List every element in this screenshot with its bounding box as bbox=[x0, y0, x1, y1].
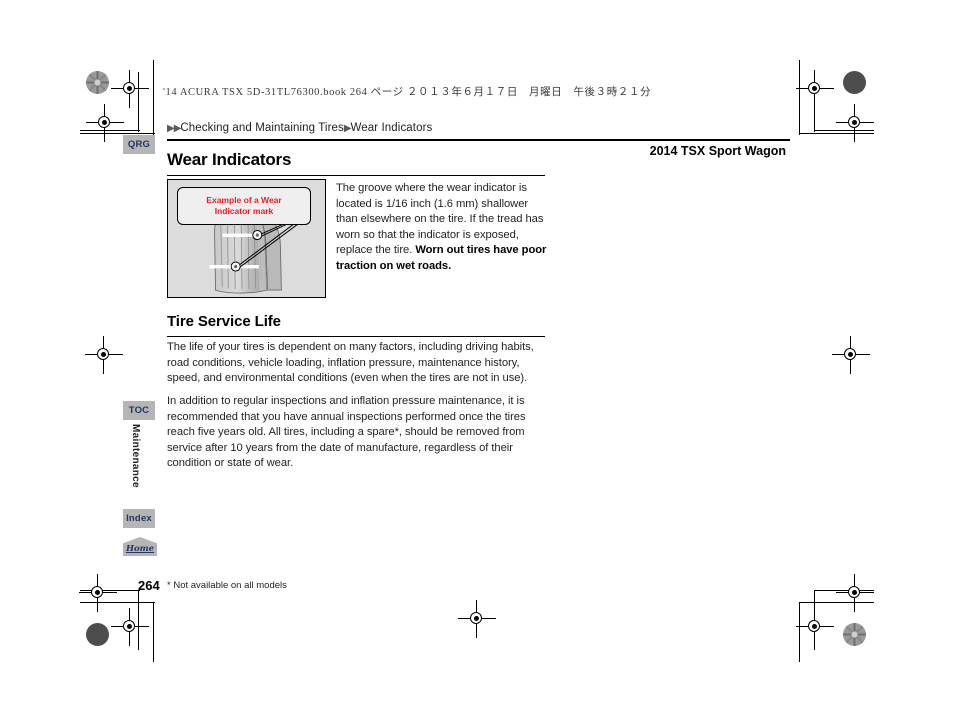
halftone-density-dot-bottom-right bbox=[843, 623, 866, 646]
figure-callout-text: Example of a Wear Indicator mark bbox=[206, 195, 281, 216]
page-title-divider bbox=[167, 175, 545, 177]
registration-target-right-middle bbox=[832, 336, 870, 374]
registration-target-top-right-lower bbox=[836, 104, 874, 142]
wear-indicators-body: The groove where the wear indicator is l… bbox=[336, 181, 551, 275]
breadcrumb-arrow-icon-1: ▶▶ bbox=[167, 123, 181, 134]
footnote: * Not available on all models bbox=[167, 580, 287, 591]
section-title-tire-service-life: Tire Service Life bbox=[167, 313, 281, 330]
solid-density-dot-top-right bbox=[843, 71, 866, 94]
breadcrumb-current: Wear Indicators bbox=[350, 122, 433, 134]
page-number: 264 bbox=[138, 578, 160, 593]
solid-density-dot-bottom-left bbox=[86, 623, 109, 646]
book-file-header: '14 ACURA TSX 5D-31TL76300.book 264 ページ … bbox=[163, 87, 652, 98]
section-title-divider bbox=[167, 336, 545, 338]
sidebar-tab-qrg[interactable]: QRG bbox=[123, 135, 155, 154]
breadcrumb: ▶▶Checking and Maintaining Tires▶Wear In… bbox=[167, 122, 432, 134]
registration-target-bottom-center bbox=[458, 600, 496, 638]
registration-target-bottom-left-upper bbox=[79, 574, 117, 612]
trim-mark-top-left-outer bbox=[80, 60, 155, 135]
figure-callout-line-1: Example of a Wear bbox=[206, 195, 282, 206]
registration-target-top-left bbox=[111, 70, 149, 108]
registration-target-top-right bbox=[796, 70, 834, 108]
model-name: 2014 TSX Sport Wagon bbox=[649, 144, 786, 158]
figure-callout-line-2: Indicator mark bbox=[214, 206, 274, 216]
registration-target-top-left-lower bbox=[86, 104, 124, 142]
tire-service-life-paragraph-1: The life of your tires is dependent on m… bbox=[167, 341, 534, 385]
breadcrumb-arrow-icon-2: ▶ bbox=[343, 123, 352, 134]
registration-target-left-middle bbox=[85, 336, 123, 374]
breadcrumb-parent[interactable]: Checking and Maintaining Tires bbox=[180, 122, 343, 134]
registration-target-bottom-right-upper bbox=[836, 574, 874, 612]
chapter-label-vertical: Maintenance bbox=[130, 424, 141, 488]
halftone-density-dot-top-left bbox=[86, 71, 109, 94]
sidebar-tab-qrg-label: QRG bbox=[127, 139, 151, 150]
tire-service-life-paragraph-2: In addition to regular inspections and i… bbox=[167, 395, 526, 470]
page-title: Wear Indicators bbox=[167, 150, 292, 169]
figure-callout-bubble: Example of a Wear Indicator mark bbox=[177, 187, 311, 225]
sidebar-tab-home-label: Home bbox=[125, 544, 155, 554]
sidebar-tab-index[interactable]: Index bbox=[123, 509, 155, 528]
sidebar-tab-index-label: Index bbox=[126, 513, 152, 524]
wear-indicator-figure: Example of a Wear Indicator mark bbox=[167, 179, 326, 298]
registration-target-bottom-left bbox=[111, 608, 149, 646]
registration-target-bottom-right bbox=[796, 608, 834, 646]
sidebar-tab-toc[interactable]: TOC bbox=[123, 401, 155, 420]
sidebar-tab-home[interactable]: Home bbox=[123, 537, 157, 556]
breadcrumb-divider bbox=[167, 139, 790, 141]
sidebar-tab-toc-label: TOC bbox=[128, 405, 150, 416]
